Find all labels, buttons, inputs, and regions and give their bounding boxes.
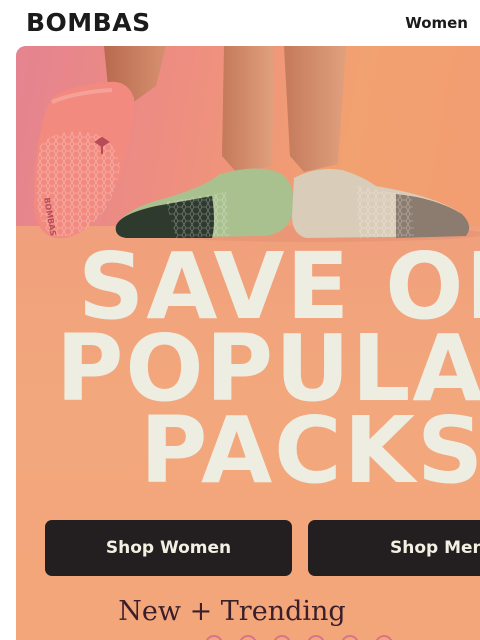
scallop-mark <box>341 635 359 640</box>
hero-socks-photo: BOMBAS <box>34 46 480 242</box>
shop-women-button[interactable]: Shop Women <box>45 520 292 576</box>
headline-line-3: PACKS <box>140 397 480 504</box>
new-trending-heading: New + Trending <box>118 596 346 627</box>
scallop-mark <box>375 635 393 640</box>
shop-men-button[interactable]: Shop Men <box>308 520 480 576</box>
hero-banner[interactable]: BOMBAS SAVE ON POPULAR PACKS Shop Women … <box>16 46 480 640</box>
scallop-mark <box>307 635 325 640</box>
decorative-scallop-row <box>206 635 393 640</box>
scallop-mark <box>239 635 257 640</box>
scallop-mark <box>273 635 291 640</box>
scallop-mark <box>206 635 223 640</box>
hero-headline: SAVE ON POPULAR PACKS <box>16 241 480 506</box>
leg-center-right-shape <box>284 46 346 172</box>
bombas-logo[interactable]: BOMBAS <box>26 7 151 39</box>
site-header: BOMBAS Women <box>0 0 480 46</box>
nav-women-link[interactable]: Women <box>405 13 468 33</box>
leg-center-left-shape <box>222 46 274 174</box>
